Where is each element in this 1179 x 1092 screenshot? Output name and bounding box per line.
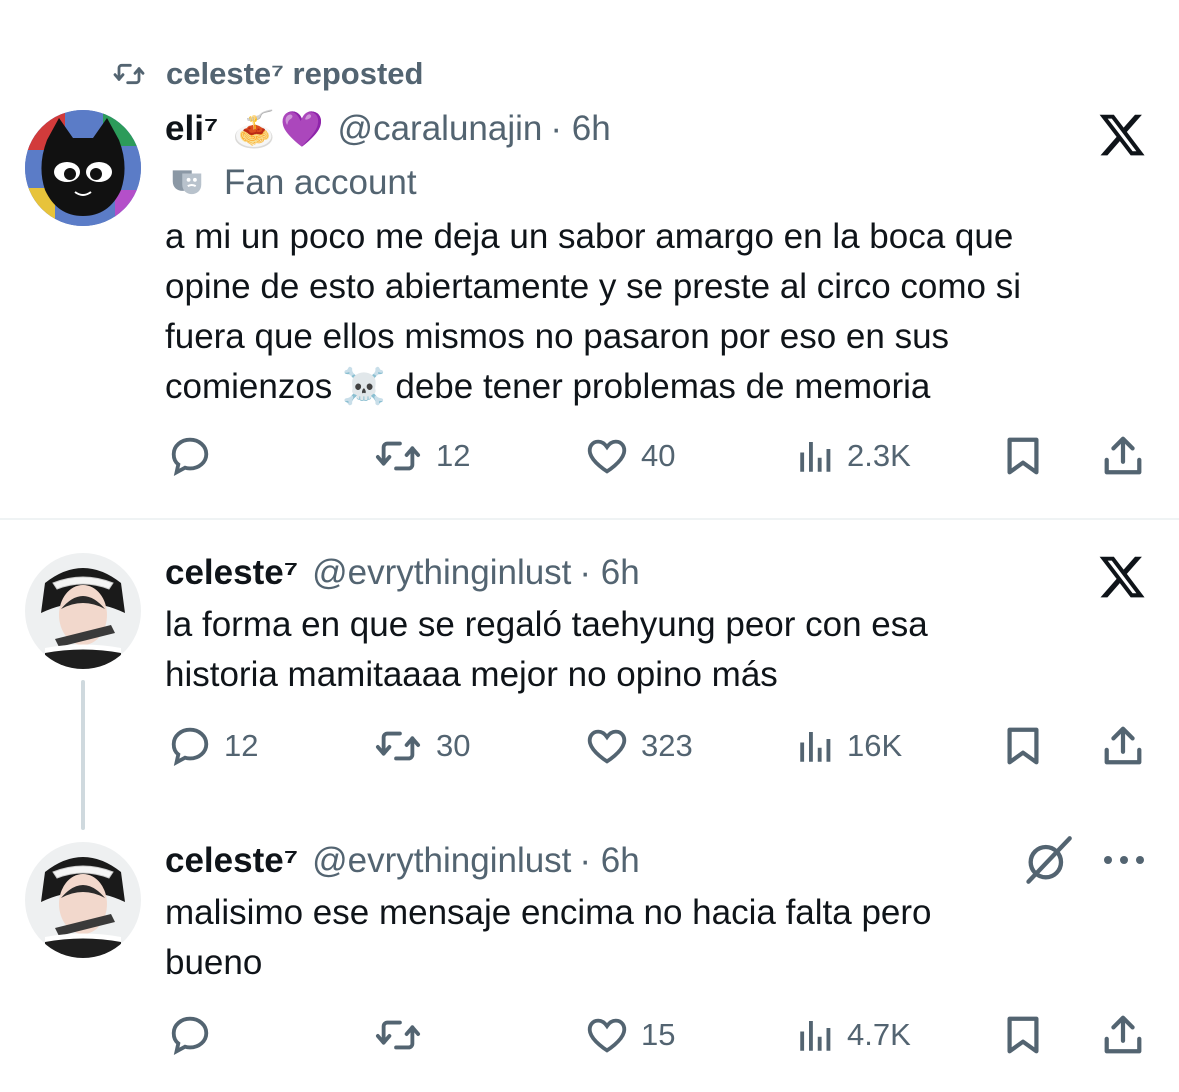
avatar[interactable] bbox=[25, 110, 141, 226]
spaghetti-emoji: 🍝 bbox=[232, 109, 276, 149]
views-icon bbox=[800, 1021, 831, 1051]
display-name[interactable]: eli⁷ bbox=[165, 109, 218, 149]
repost-icon bbox=[113, 63, 145, 85]
timestamp[interactable]: · 6h bbox=[579, 841, 639, 881]
skull-emoji: ☠️ bbox=[342, 367, 386, 406]
tweet-actions: 12 30 323 16K bbox=[0, 721, 1179, 771]
display-name[interactable]: celeste⁷ bbox=[165, 841, 298, 881]
handle[interactable]: @caralunajin bbox=[338, 109, 543, 149]
repost-icon bbox=[375, 731, 421, 761]
views-button[interactable]: 16K bbox=[795, 721, 902, 771]
tweet-actions: 15 4.7K bbox=[0, 1010, 1179, 1060]
bookmark-icon bbox=[1007, 727, 1039, 765]
repost-button[interactable]: 30 bbox=[370, 721, 470, 771]
views-icon bbox=[800, 442, 831, 472]
handle[interactable]: @evrythinginlust bbox=[312, 841, 571, 881]
bookmark-button[interactable] bbox=[1000, 721, 1046, 771]
tweet-divider bbox=[0, 518, 1179, 520]
repost-icon bbox=[375, 441, 421, 471]
share-icon bbox=[1104, 436, 1142, 475]
avatar[interactable] bbox=[25, 553, 141, 669]
fan-account-label: Fan account bbox=[168, 160, 417, 206]
display-name[interactable]: celeste⁷ bbox=[165, 553, 298, 593]
tweet-text: la forma en que se regaló taehyung peor … bbox=[165, 605, 928, 694]
timestamp[interactable]: · 6h bbox=[550, 109, 610, 149]
bookmark-button[interactable] bbox=[1000, 431, 1046, 481]
avatar[interactable] bbox=[25, 842, 141, 958]
share-button[interactable] bbox=[1100, 1010, 1146, 1060]
tweet-header: eli⁷ 🍝 💜 @caralunajin · 6h bbox=[165, 104, 611, 154]
grok-icon[interactable] bbox=[1022, 834, 1074, 891]
repost-banner-text: celeste⁷ reposted bbox=[166, 56, 424, 91]
tweet-text: a mi un poco me deja un sabor amargo en … bbox=[165, 217, 1021, 406]
reply-button[interactable] bbox=[166, 431, 224, 481]
x-logo-icon[interactable] bbox=[1096, 552, 1148, 607]
heart-icon bbox=[587, 439, 627, 474]
repost-icon bbox=[375, 1020, 421, 1050]
timestamp[interactable]: · 6h bbox=[579, 553, 639, 593]
repost-button[interactable] bbox=[370, 1010, 436, 1060]
views-button[interactable]: 2.3K bbox=[795, 431, 911, 481]
like-button[interactable]: 15 bbox=[583, 1010, 675, 1060]
share-icon bbox=[1104, 1015, 1142, 1054]
tweet-actions: 12 40 2.3K bbox=[0, 431, 1179, 481]
bookmark-icon bbox=[1007, 1016, 1039, 1054]
x-logo-icon[interactable] bbox=[1096, 110, 1148, 165]
heart-icon bbox=[587, 1018, 627, 1053]
reply-icon bbox=[171, 437, 209, 476]
bookmark-icon bbox=[1007, 437, 1039, 475]
views-button[interactable]: 4.7K bbox=[795, 1010, 911, 1060]
share-button[interactable] bbox=[1100, 721, 1146, 771]
reply-button[interactable]: 12 bbox=[166, 721, 258, 771]
bookmark-button[interactable] bbox=[1000, 1010, 1046, 1060]
reply-icon bbox=[171, 727, 209, 766]
repost-banner[interactable]: celeste⁷ reposted bbox=[108, 52, 423, 96]
purple-heart-emoji: 💜 bbox=[279, 109, 324, 149]
heart-icon bbox=[587, 729, 627, 764]
repost-button[interactable]: 12 bbox=[370, 431, 470, 481]
theater-masks-icon bbox=[172, 170, 202, 195]
reply-button[interactable] bbox=[166, 1010, 224, 1060]
like-button[interactable]: 40 bbox=[583, 431, 675, 481]
tweet-header: celeste⁷ @evrythinginlust · 6h bbox=[165, 836, 640, 886]
tweet-text: malisimo ese mensaje encima no hacia fal… bbox=[165, 893, 932, 982]
share-button[interactable] bbox=[1100, 431, 1146, 481]
tweet-header: celeste⁷ @evrythinginlust · 6h bbox=[165, 548, 640, 598]
views-icon bbox=[800, 732, 831, 762]
like-button[interactable]: 323 bbox=[583, 721, 693, 771]
reply-icon bbox=[171, 1016, 209, 1055]
handle[interactable]: @evrythinginlust bbox=[312, 553, 571, 593]
more-icon[interactable] bbox=[1100, 848, 1148, 877]
share-icon bbox=[1104, 726, 1142, 765]
